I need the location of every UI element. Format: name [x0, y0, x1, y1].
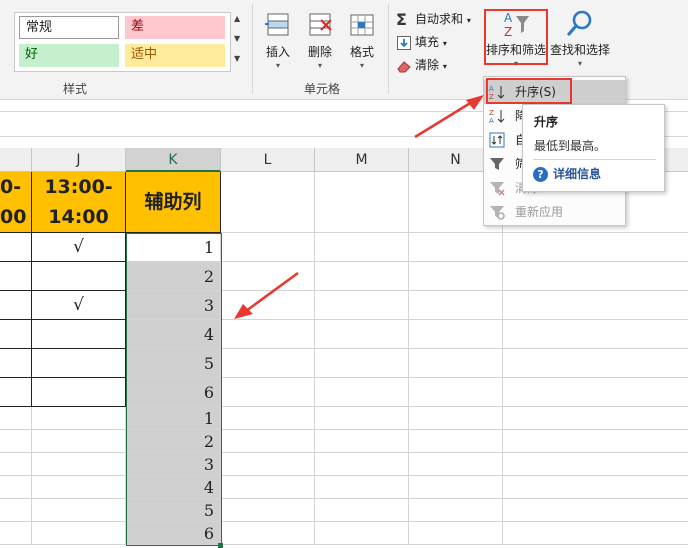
arrowhead	[466, 95, 484, 110]
arrowhead	[234, 304, 253, 319]
arrow-to-helper-column	[245, 271, 299, 313]
annotation-arrows	[234, 95, 484, 319]
arrow-to-ascending	[414, 100, 473, 139]
